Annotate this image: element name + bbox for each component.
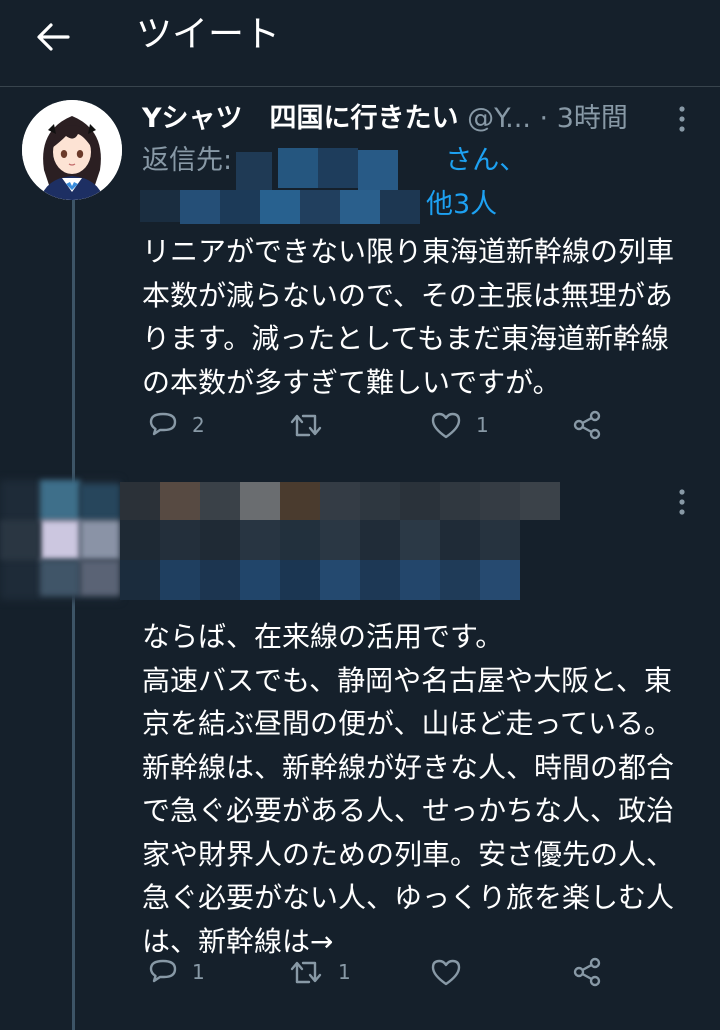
tweet-text-2: ならば、在来線の活用です。 高速バスでも、静岡や名古屋や大阪と、東 京を結ぶ昼間… bbox=[142, 620, 675, 958]
timestamp[interactable]: · 3時間 bbox=[540, 103, 628, 134]
reply-count: 2 bbox=[192, 413, 205, 437]
reply-to-prefix: 返信先: bbox=[142, 145, 233, 176]
more-options-button-2[interactable] bbox=[670, 482, 694, 522]
tweet-actions: 2 1 bbox=[142, 405, 702, 445]
share-button-2[interactable] bbox=[572, 952, 602, 992]
reply-button[interactable]: 2 bbox=[148, 405, 205, 445]
like-icon bbox=[431, 959, 461, 986]
display-name[interactable]: Yシャツ 四国に行きたい bbox=[142, 103, 459, 134]
reply-to-others-link[interactable]: 他3人 bbox=[426, 189, 497, 220]
more-options-button[interactable] bbox=[670, 99, 694, 139]
share-icon bbox=[573, 410, 601, 440]
retweet-count: 1 bbox=[338, 960, 351, 984]
avatar[interactable] bbox=[22, 100, 122, 200]
more-icon bbox=[679, 489, 685, 515]
tweet-header: Yシャツ 四国に行きたい @Y... · 3時間 bbox=[142, 99, 628, 139]
avatar-illustration-icon bbox=[22, 100, 122, 200]
reply-icon bbox=[149, 959, 177, 983]
reply-icon bbox=[149, 412, 177, 436]
reply-to-user-link[interactable]: さん、 bbox=[445, 145, 526, 176]
back-button[interactable] bbox=[28, 14, 78, 60]
reply-count: 1 bbox=[192, 960, 205, 984]
like-icon bbox=[431, 412, 461, 439]
tweet-text: リニアができない限り東海道新幹線の列車 本数が減らないので、その主張は無理があ … bbox=[142, 235, 675, 399]
tweet-actions-2: 1 1 bbox=[142, 952, 702, 992]
like-button-2[interactable] bbox=[430, 952, 476, 992]
retweet-button-2[interactable]: 1 bbox=[288, 952, 351, 992]
reply-button-2[interactable]: 1 bbox=[148, 952, 205, 992]
top-bar: ツイート bbox=[0, 0, 720, 87]
retweet-button[interactable] bbox=[288, 405, 338, 445]
page-title: ツイート bbox=[136, 14, 281, 55]
thread-line bbox=[72, 200, 75, 1030]
retweet-icon bbox=[290, 414, 322, 437]
back-arrow-icon bbox=[37, 23, 70, 51]
user-handle[interactable]: @Y... bbox=[467, 103, 531, 134]
more-icon bbox=[679, 106, 685, 132]
like-button[interactable]: 1 bbox=[430, 405, 489, 445]
like-count: 1 bbox=[476, 413, 489, 437]
share-button[interactable] bbox=[572, 405, 602, 445]
reply-to-line-2: 他3人 bbox=[426, 185, 497, 225]
retweet-icon bbox=[290, 961, 322, 984]
share-icon bbox=[573, 957, 601, 987]
